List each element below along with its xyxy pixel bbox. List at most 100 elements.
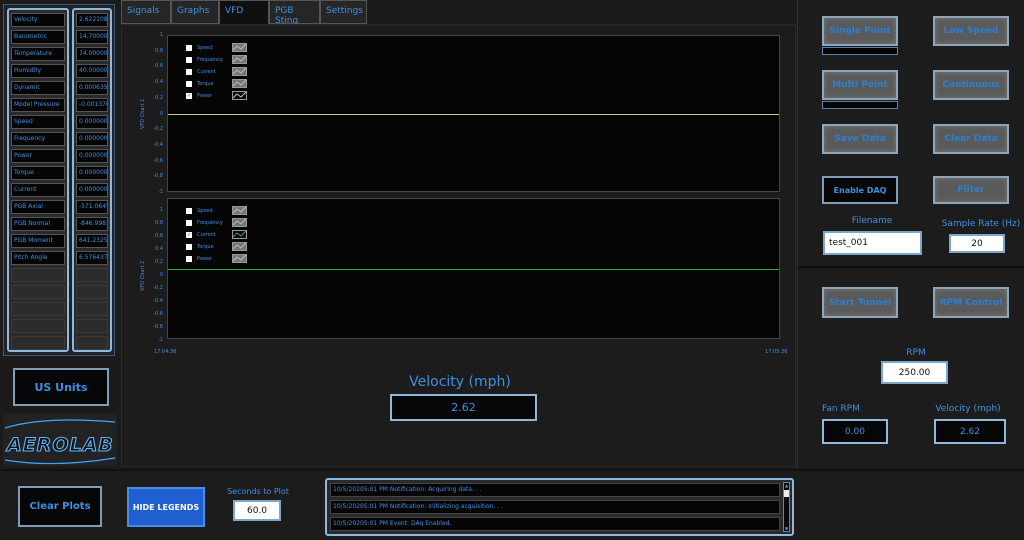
checkbox-icon[interactable] — [186, 207, 192, 214]
multi-point-button[interactable]: Multi Point — [822, 70, 898, 100]
legend-item[interactable]: Speed — [186, 205, 252, 216]
signal-name: PGB Normal — [11, 217, 65, 231]
legend-item[interactable]: ✓ Current — [186, 229, 252, 240]
vfd-tab-content: VFD Chart 1 1 0.8 0.6 0.4 0.2 0 -0.2 -0.4 -0.6 -0… — [121, 24, 796, 467]
legend-item[interactable]: Speed — [186, 42, 252, 53]
log-scrollbar[interactable]: ▲ ▼ — [783, 482, 790, 532]
signal-value-empty — [76, 268, 108, 282]
legend-label: Power — [197, 255, 213, 262]
seconds-to-plot-input[interactable]: 60.0 — [233, 500, 281, 521]
center-velocity-value: 2.62 — [390, 394, 537, 421]
scroll-up-arrow-icon[interactable]: ▲ — [784, 483, 789, 488]
signal-value: 0.000000 — [76, 132, 108, 146]
checkbox-icon[interactable] — [186, 56, 192, 63]
right-velocity-value: 2.62 — [934, 419, 1006, 444]
vfd-chart-1[interactable]: Speed Frequency Current Torque ✓ Power — [167, 35, 780, 192]
legend-item[interactable]: ✓ Power — [186, 90, 252, 101]
scroll-thumb[interactable] — [784, 490, 789, 497]
continuous-button[interactable]: Continuous — [933, 70, 1009, 100]
signal-value: 2.622108 — [76, 13, 108, 27]
filename-input[interactable]: test_001 — [823, 231, 922, 255]
clear-plots-button[interactable]: Clear Plots — [18, 486, 102, 527]
checkbox-icon[interactable] — [186, 44, 192, 51]
hide-legends-button[interactable]: HIDE LEGENDS — [127, 487, 205, 527]
signal-name-empty — [11, 268, 65, 282]
checkbox-icon[interactable] — [186, 68, 192, 75]
enable-daq-button[interactable]: Enable DAQ — [822, 176, 898, 204]
checkbox-icon[interactable] — [186, 255, 192, 262]
signal-name: Torque — [11, 166, 65, 180]
checkbox-checked-icon[interactable]: ✓ — [186, 92, 192, 99]
y-tick-label: -0.4 — [153, 298, 163, 304]
plot-style-swatch-icon[interactable] — [232, 55, 247, 64]
single-point-button[interactable]: Single Point — [822, 16, 898, 46]
y-tick-label: -0.8 — [153, 324, 163, 330]
signal-name-empty — [11, 336, 65, 350]
checkbox-icon[interactable] — [186, 80, 192, 87]
event-log: 10/5/20205:01 PM Notification: Acquiring… — [325, 478, 794, 536]
rpm-input[interactable]: 250.00 — [881, 361, 948, 384]
y-tick-label: 0.4 — [155, 79, 163, 86]
plot-style-swatch-icon[interactable] — [232, 254, 247, 263]
legend-item[interactable]: Power — [186, 253, 252, 264]
start-tunnel-button[interactable]: Start Tunnel — [822, 287, 898, 318]
plot-style-swatch-icon[interactable] — [232, 218, 247, 227]
low-speed-button[interactable]: Low Speed — [933, 16, 1009, 46]
clear-data-button[interactable]: Clear Data — [933, 124, 1009, 154]
tab-settings[interactable]: Settings — [320, 0, 367, 24]
legend-item[interactable]: Current — [186, 66, 252, 77]
chart2-current-line — [168, 269, 779, 270]
save-data-button[interactable]: Save Data — [822, 124, 898, 154]
plot-style-swatch-icon[interactable] — [232, 43, 247, 52]
signal-name: Current — [11, 183, 65, 197]
tab-pgb-sting[interactable]: PGB Sting — [269, 0, 320, 26]
signal-name: Speed — [11, 115, 65, 129]
plot-style-swatch-icon[interactable] — [232, 242, 247, 251]
aerolab-logo: AEROLAB — [3, 414, 117, 466]
vfd-chart-2[interactable]: Speed Frequency ✓ Current Torque Power — [167, 198, 780, 339]
multi-point-progress — [822, 101, 898, 109]
signal-values-column: 2.622108 14.70000 74.00000 40.00000 0.000635… — [72, 8, 112, 352]
checkbox-icon[interactable] — [186, 219, 192, 226]
tab-signals[interactable]: Signals — [121, 0, 171, 24]
signal-value-empty — [76, 336, 108, 350]
plot-style-swatch-icon[interactable] — [232, 67, 247, 76]
legend-label: Torque — [197, 243, 214, 250]
sample-rate-input[interactable]: 20 — [949, 234, 1005, 253]
x-tick-start: 17:04:36 — [154, 349, 177, 355]
us-units-button[interactable]: US Units — [13, 368, 109, 406]
legend-label: Speed — [197, 207, 213, 214]
rpm-control-button[interactable]: RPM Control — [933, 287, 1009, 318]
y-tick-label: -0.6 — [153, 311, 163, 317]
signal-value: 0.000000 — [76, 183, 108, 197]
legend-item[interactable]: Frequency — [186, 217, 252, 228]
legend-label: Current — [197, 231, 216, 238]
plot-style-swatch-icon[interactable] — [232, 230, 247, 239]
y-tick-label: -0.6 — [153, 157, 163, 164]
checkbox-icon[interactable] — [186, 243, 192, 250]
y-tick-label: -0.2 — [153, 285, 163, 291]
signal-value: -846.9983 — [76, 217, 108, 231]
filter-button[interactable]: Filter — [933, 176, 1009, 204]
signal-name: Frequency — [11, 132, 65, 146]
legend-label: Power — [197, 92, 213, 99]
center-velocity-label: Velocity (mph) — [409, 374, 511, 390]
plot-style-swatch-icon[interactable] — [232, 206, 247, 215]
plot-style-swatch-icon[interactable] — [232, 79, 247, 88]
legend-item[interactable]: Torque — [186, 241, 252, 252]
tab-graphs[interactable]: Graphs — [171, 0, 219, 24]
tunnel-control-panel: Start Tunnel RPM Control RPM 250.00 Fan … — [797, 270, 1024, 468]
legend-label: Speed — [197, 44, 213, 51]
tab-vfd[interactable]: VFD — [219, 0, 269, 26]
scroll-down-arrow-icon[interactable]: ▼ — [784, 526, 789, 531]
signal-value: -0.001370 — [76, 98, 108, 112]
plot-style-swatch-icon[interactable] — [232, 91, 247, 100]
rpm-label: RPM — [906, 348, 926, 358]
y-tick-label: -1 — [158, 337, 163, 343]
legend-item[interactable]: Torque — [186, 78, 252, 89]
signal-name: PGB Axial — [11, 200, 65, 214]
signal-value: 40.00000 — [76, 64, 108, 78]
legend-label: Current — [197, 68, 216, 75]
legend-item[interactable]: Frequency — [186, 54, 252, 65]
checkbox-checked-icon[interactable]: ✓ — [186, 231, 192, 238]
